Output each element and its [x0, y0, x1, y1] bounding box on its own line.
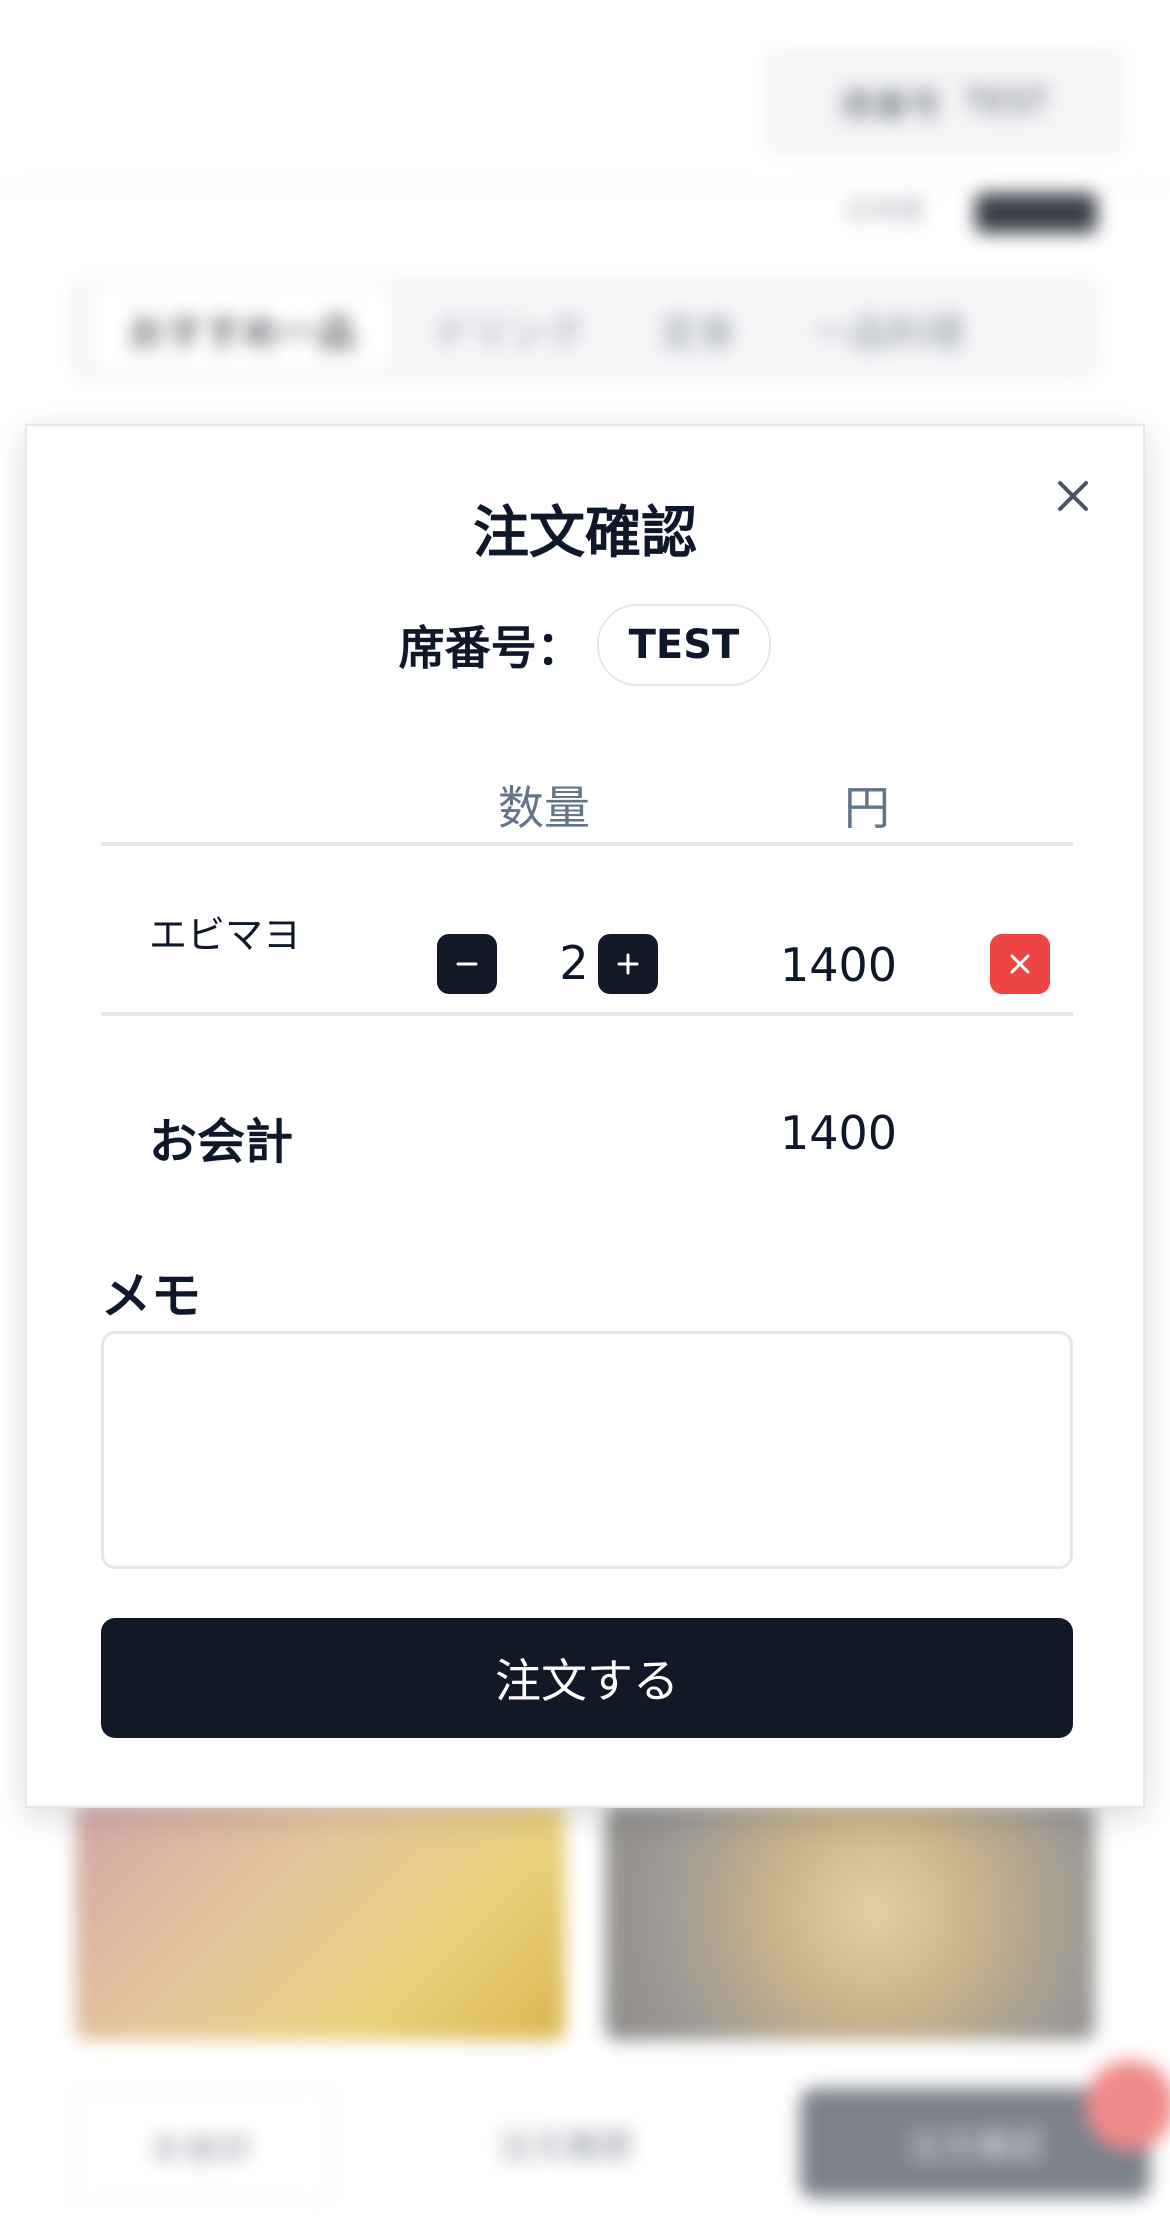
- bg-cart-badge: [1085, 2060, 1170, 2150]
- seat-number-badge: TEST: [596, 604, 772, 686]
- item-name: エビマヨ: [149, 913, 302, 957]
- column-header-yen: 円: [844, 781, 890, 835]
- submit-order-button[interactable]: 注文する: [101, 1618, 1073, 1738]
- column-header-qty: 数量: [498, 781, 590, 835]
- order-page: 席番号 TEST 日本語 おすすめ一品 ドリンク 定食 一品料理 お会計 注文履…: [0, 0, 1170, 2239]
- seat-label: 席番号：: [398, 621, 583, 675]
- total-label: お会計: [149, 1114, 294, 1170]
- bg-header-divider: [0, 186, 1170, 188]
- remove-item-button[interactable]: [990, 934, 1050, 994]
- bg-tab-0: おすすめ一品: [90, 286, 395, 372]
- bg-history-label: 注文履歴: [497, 2126, 633, 2167]
- bg-history-button: 注文履歴: [410, 2088, 720, 2198]
- modal-title: 注文確認: [473, 501, 697, 566]
- bg-checkout-label: お会計: [151, 2128, 253, 2169]
- bg-tab-2: 定食: [660, 310, 737, 355]
- bg-food-image-left: [75, 1805, 565, 2040]
- plus-icon: [617, 953, 639, 975]
- bg-food-image-right: [605, 1805, 1095, 2040]
- bg-seat-label: 席番号: [840, 85, 943, 126]
- order-item-row: エビマヨ: [101, 846, 1073, 1016]
- memo-input[interactable]: [101, 1331, 1073, 1569]
- order-table-header: 数量 円: [101, 772, 1073, 846]
- decrease-qty-button[interactable]: [437, 934, 497, 994]
- minus-icon: [456, 962, 478, 966]
- bg-seat-chip: 席番号 TEST: [765, 50, 1124, 154]
- submit-order-label: 注文する: [495, 1655, 679, 1707]
- bg-language-label: 日本語: [845, 196, 924, 226]
- close-icon: [1010, 954, 1030, 974]
- increase-qty-button[interactable]: [598, 934, 658, 994]
- item-quantity: 2: [559, 936, 589, 990]
- memo-label: メモ: [101, 1267, 201, 1325]
- bg-seat-value: TEST: [964, 82, 1049, 122]
- bg-checkout-button: お会計: [70, 2088, 334, 2202]
- seat-info: 席番号： TEST: [27, 604, 1143, 686]
- bg-confirm-label: 注文確認: [907, 2126, 1043, 2167]
- bg-tab-1: ドリンク: [432, 310, 585, 355]
- item-price: 1400: [780, 938, 898, 992]
- total-amount: 1400: [780, 1106, 898, 1160]
- bg-category-tabs: おすすめ一品 ドリンク 定食 一品料理: [70, 278, 1100, 380]
- bg-tab-3: 一品料理: [812, 310, 965, 355]
- bg-language-toggle: [975, 193, 1097, 233]
- order-confirm-modal: 注文確認 席番号： TEST 数量 円 エビマヨ 2 1400 お会計 1400…: [25, 424, 1145, 1808]
